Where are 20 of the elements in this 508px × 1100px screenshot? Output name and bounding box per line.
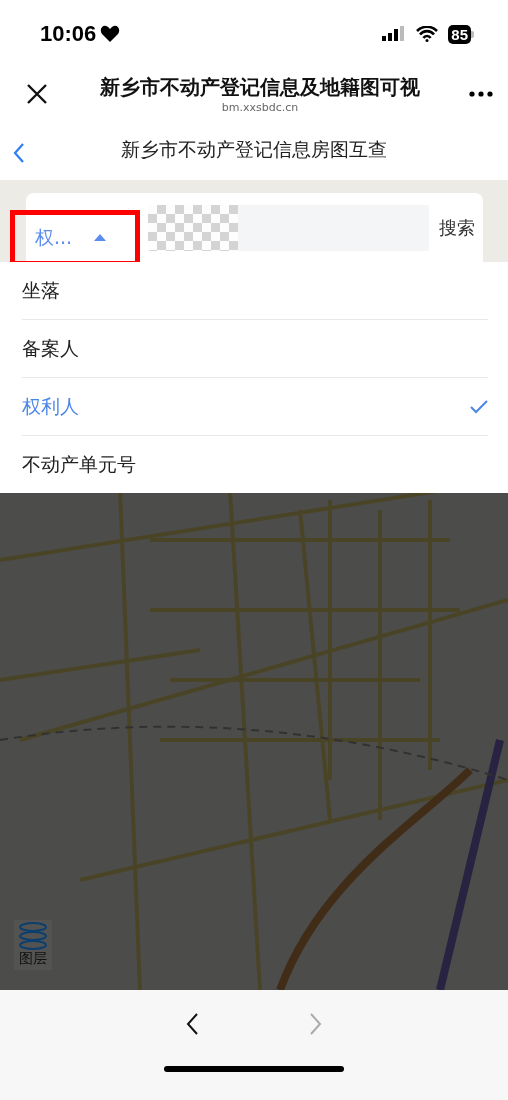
- dropdown-option[interactable]: 权利人: [22, 378, 488, 436]
- status-time: 10:06: [40, 21, 97, 47]
- heart-icon: [100, 25, 121, 43]
- search-field[interactable]: [148, 204, 429, 251]
- search-button[interactable]: 搜索: [429, 215, 475, 240]
- wifi-icon: [416, 26, 439, 42]
- layers-icon: [18, 922, 48, 950]
- browser-url: bm.xxsbdc.cn: [221, 101, 299, 114]
- dropdown-option[interactable]: 备案人: [22, 320, 488, 378]
- signal-icon: [382, 26, 407, 42]
- browser-title: 新乡市不动产登记信息及地籍图可视: [100, 74, 420, 101]
- dropdown-option[interactable]: 坐落: [22, 262, 488, 320]
- back-icon[interactable]: [12, 142, 26, 164]
- battery-level: 85: [448, 24, 471, 44]
- caret-icon: [94, 234, 107, 241]
- page-title: 新乡市不动产登记信息房图互查: [121, 137, 387, 162]
- check-icon: [470, 399, 488, 414]
- more-icon[interactable]: [468, 90, 494, 98]
- dropdown-option[interactable]: 不动产单元号: [22, 436, 488, 493]
- back-button[interactable]: [185, 1012, 199, 1036]
